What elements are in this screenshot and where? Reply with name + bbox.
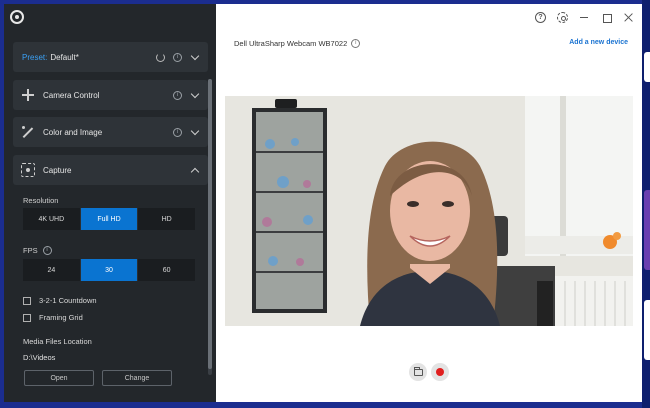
fps-selector: 24 30 60 — [23, 259, 195, 281]
open-button[interactable]: Open — [24, 370, 94, 386]
resolution-option-fullhd[interactable]: Full HD — [80, 208, 139, 230]
info-icon[interactable]: i — [173, 52, 182, 62]
camera-control-panel[interactable]: Camera Control i — [13, 80, 208, 110]
minimize-icon[interactable] — [579, 12, 590, 23]
fps-label: FPS — [23, 246, 38, 255]
chevron-down-icon[interactable] — [190, 52, 200, 62]
countdown-row[interactable]: 3-2-1 Countdown — [23, 296, 97, 305]
record-button[interactable] — [431, 363, 449, 381]
color-image-panel[interactable]: Color and Image i — [13, 117, 208, 147]
help-icon[interactable]: ? — [535, 12, 546, 23]
chevron-up-icon[interactable] — [190, 165, 200, 175]
fps-option-60[interactable]: 60 — [138, 259, 195, 281]
fps-option-30[interactable]: 30 — [80, 259, 139, 281]
device-name-row: Dell UltraSharp Webcam WB7022 i — [234, 39, 361, 48]
sidebar-scrollbar[interactable] — [208, 79, 212, 375]
framing-grid-row[interactable]: Framing Grid — [23, 313, 83, 322]
resolution-label: Resolution — [23, 196, 59, 205]
window-controls: ? — [535, 12, 634, 23]
app-logo-icon — [10, 10, 24, 24]
crosshair-icon — [21, 88, 35, 102]
desktop-element — [644, 300, 650, 360]
info-icon[interactable]: i — [42, 246, 52, 255]
desktop-background-strip — [642, 0, 650, 408]
magic-wand-icon — [21, 125, 35, 139]
resolution-option-4k[interactable]: 4K UHD — [23, 208, 81, 230]
countdown-label: 3-2-1 Countdown — [39, 296, 97, 305]
desktop-element — [644, 52, 650, 82]
capture-title: Capture — [43, 165, 72, 175]
close-icon[interactable] — [623, 12, 634, 23]
scrollbar-thumb[interactable] — [208, 79, 212, 369]
refresh-icon[interactable] — [156, 52, 165, 62]
gear-icon[interactable] — [557, 12, 568, 23]
capture-controls — [409, 363, 449, 381]
capture-panel[interactable]: Capture — [13, 155, 208, 185]
fps-label-row: FPS i — [23, 246, 52, 255]
main-area: ? Dell UltraSharp Webcam WB7022 i Add a … — [216, 4, 642, 402]
chevron-down-icon[interactable] — [190, 90, 200, 100]
capture-icon — [21, 163, 35, 177]
webcam-preview — [225, 96, 633, 326]
record-icon — [436, 368, 444, 376]
media-location-label: Media Files Location — [23, 337, 92, 346]
preset-label: Preset: — [22, 52, 48, 62]
resolution-selector: 4K UHD Full HD HD — [23, 208, 195, 230]
color-image-title: Color and Image — [43, 127, 103, 137]
folder-icon — [413, 366, 423, 376]
desktop-element — [644, 190, 650, 270]
countdown-checkbox[interactable] — [23, 296, 31, 305]
framing-grid-label: Framing Grid — [39, 313, 83, 322]
maximize-icon[interactable] — [601, 12, 612, 23]
info-icon[interactable]: i — [351, 39, 361, 48]
add-device-link[interactable]: Add a new device — [569, 39, 628, 46]
app-window: Preset: Default* i Camera Control i Colo… — [4, 4, 642, 402]
open-folder-button[interactable] — [409, 363, 427, 381]
camera-control-title: Camera Control — [43, 90, 100, 100]
resolution-option-hd[interactable]: HD — [138, 208, 195, 230]
preset-panel[interactable]: Preset: Default* i — [13, 42, 208, 72]
change-button[interactable]: Change — [102, 370, 172, 386]
info-icon[interactable]: i — [173, 90, 182, 100]
webcam-frame-image — [225, 96, 633, 326]
sidebar: Preset: Default* i Camera Control i Colo… — [4, 4, 216, 402]
info-icon[interactable]: i — [173, 127, 182, 137]
chevron-down-icon[interactable] — [190, 127, 200, 137]
preset-value: Default* — [50, 52, 79, 62]
device-name: Dell UltraSharp Webcam WB7022 — [234, 39, 348, 48]
fps-option-24[interactable]: 24 — [23, 259, 81, 281]
framing-grid-checkbox[interactable] — [23, 313, 31, 322]
media-path: D:\Videos — [23, 353, 56, 362]
